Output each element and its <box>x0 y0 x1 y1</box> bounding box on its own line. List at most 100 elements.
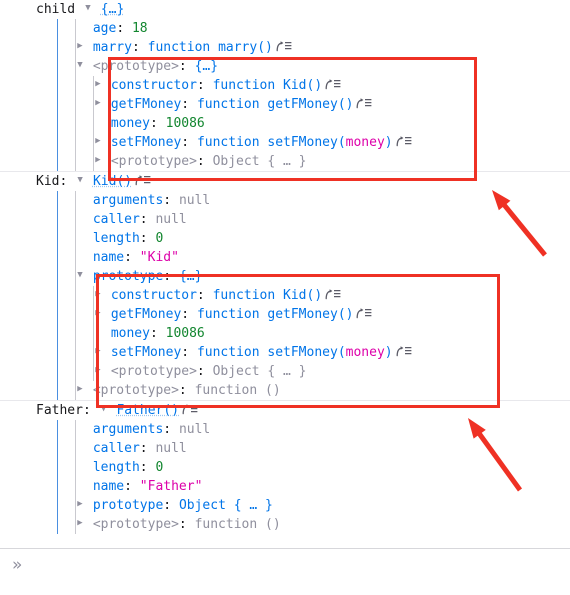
indent-guide-line <box>57 191 58 400</box>
twisty-closed-icon[interactable]: ▶ <box>93 151 103 170</box>
twisty-open-icon[interactable]: ▼ <box>75 266 85 285</box>
object-property-row[interactable]: ▶ age: 18 <box>0 19 570 38</box>
object-property-row[interactable]: ▶ <prototype>: Object { … } <box>0 362 570 381</box>
property-value: function getFMoney() <box>196 307 354 322</box>
property-separator: : <box>181 135 197 150</box>
object-property-row[interactable]: ▶ money: 10086 <box>0 114 570 133</box>
twisty-closed-icon[interactable]: ▶ <box>93 94 103 113</box>
object-property-row[interactable]: ▶ prototype: Object { … } <box>0 496 570 515</box>
twisty-closed-icon[interactable]: ▶ <box>75 37 85 56</box>
object-property-row[interactable]: ▶ length: 0 <box>0 229 570 248</box>
object-property-row[interactable]: ▶ getFMoney: function getFMoney() <box>0 95 570 114</box>
object-property-row[interactable]: ▶ constructor: function Kid() <box>0 286 570 305</box>
twisty-open-icon[interactable]: ▼ <box>75 171 85 190</box>
console-output-pane[interactable]: child ▼ {…}▶ age: 18▶ marry: function ma… <box>0 0 570 548</box>
jump-to-definition-icon[interactable] <box>325 289 341 300</box>
indent-guide-line <box>57 420 58 534</box>
object-property-row[interactable]: ▶ getFMoney: function getFMoney() <box>0 305 570 324</box>
twisty-closed-icon[interactable]: ▶ <box>93 132 103 151</box>
console-input-field[interactable] <box>34 556 554 575</box>
property-key: constructor <box>110 78 197 93</box>
twisty-closed-icon[interactable]: ▶ <box>75 514 85 533</box>
object-header-label: Father: <box>36 403 91 418</box>
object-header-value: {…} <box>100 2 125 17</box>
property-key: getFMoney <box>110 307 182 322</box>
property-separator: : <box>116 21 132 36</box>
property-key: <prototype> <box>110 154 197 169</box>
jump-to-definition-icon[interactable] <box>396 136 412 147</box>
jump-to-definition-icon[interactable] <box>396 346 412 357</box>
object-header-label: child <box>36 2 76 17</box>
console-object-group-child: child ▼ {…}▶ age: 18▶ marry: function ma… <box>0 0 570 171</box>
indent-guide-line <box>75 191 76 400</box>
object-property-row[interactable]: ▼ <prototype>: {…} <box>0 57 570 76</box>
object-property-row[interactable]: ▶ money: 10086 <box>0 324 570 343</box>
property-key: prototype <box>92 269 164 284</box>
twisty-spacer: ▶ <box>75 476 85 495</box>
object-property-row[interactable]: ▶ marry: function marry() <box>0 38 570 57</box>
property-separator: : <box>163 193 179 208</box>
object-property-row[interactable]: ▶ name: "Father" <box>0 477 570 496</box>
jump-to-definition-icon[interactable] <box>182 404 198 415</box>
indent-guide-line <box>75 19 76 171</box>
property-value: function setFMoney( <box>196 135 346 150</box>
property-separator: : <box>178 383 195 398</box>
object-property-row[interactable]: ▶ length: 0 <box>0 458 570 477</box>
object-property-row[interactable]: ▶ arguments: null <box>0 420 570 439</box>
object-property-row[interactable]: ▶ arguments: null <box>0 191 570 210</box>
object-property-row[interactable]: ▶ <prototype>: function () <box>0 515 570 534</box>
jump-to-definition-icon[interactable] <box>356 98 372 109</box>
twisty-open-icon[interactable]: ▼ <box>99 400 109 419</box>
property-separator: : <box>178 517 195 532</box>
twisty-spacer: ▶ <box>75 438 85 457</box>
property-separator: : <box>196 78 213 93</box>
property-value: function setFMoney( <box>196 345 346 360</box>
twisty-open-icon[interactable]: ▼ <box>75 56 85 75</box>
property-value: function getFMoney() <box>196 97 354 112</box>
jump-to-definition-icon[interactable] <box>276 41 292 52</box>
object-property-row[interactable]: ▶ caller: null <box>0 210 570 229</box>
object-property-row[interactable]: ▶ caller: null <box>0 439 570 458</box>
object-property-row[interactable]: ▶ setFMoney: function setFMoney(money) <box>0 343 570 362</box>
jump-to-definition-icon[interactable] <box>356 308 372 319</box>
property-separator: : <box>149 116 166 131</box>
twisty-closed-icon[interactable]: ▶ <box>93 75 103 94</box>
property-value-tail: ) <box>384 135 393 150</box>
twisty-open-icon[interactable]: ▼ <box>83 0 93 18</box>
object-property-row[interactable]: ▶ name: "Kid" <box>0 248 570 267</box>
twisty-closed-icon[interactable]: ▶ <box>93 361 103 380</box>
property-key: constructor <box>110 288 197 303</box>
jump-to-definition-icon[interactable] <box>325 79 341 90</box>
object-header-row[interactable]: Kid: ▼ Kid() <box>0 172 570 191</box>
twisty-closed-icon[interactable]: ▶ <box>93 285 103 304</box>
object-header-row[interactable]: child ▼ {…} <box>0 0 570 19</box>
property-value: function () <box>194 517 281 532</box>
property-value: null <box>178 422 211 437</box>
object-property-row[interactable]: ▶ <prototype>: function () <box>0 381 570 400</box>
object-property-row[interactable]: ▶ <prototype>: Object { … } <box>0 152 570 171</box>
property-separator: : <box>139 441 156 456</box>
twisty-spacer: ▶ <box>75 419 85 438</box>
property-separator: : <box>124 250 140 265</box>
object-property-row[interactable]: ▼ prototype: {…} <box>0 267 570 286</box>
console-object-group-Father: Father: ▼ Father()▶ arguments: null▶ cal… <box>0 401 570 534</box>
console-input-row[interactable]: » <box>0 548 570 595</box>
property-value: 0 <box>155 231 164 246</box>
twisty-closed-icon[interactable]: ▶ <box>75 495 85 514</box>
jump-to-definition-icon[interactable] <box>135 175 151 186</box>
twisty-closed-icon[interactable]: ▶ <box>93 304 103 323</box>
object-header-row[interactable]: Father: ▼ Father() <box>0 401 570 420</box>
object-property-row[interactable]: ▶ constructor: function Kid() <box>0 76 570 95</box>
object-property-row[interactable]: ▶ setFMoney: function setFMoney(money) <box>0 133 570 152</box>
twisty-closed-icon[interactable]: ▶ <box>93 342 103 361</box>
twisty-closed-icon[interactable]: ▶ <box>75 380 85 399</box>
